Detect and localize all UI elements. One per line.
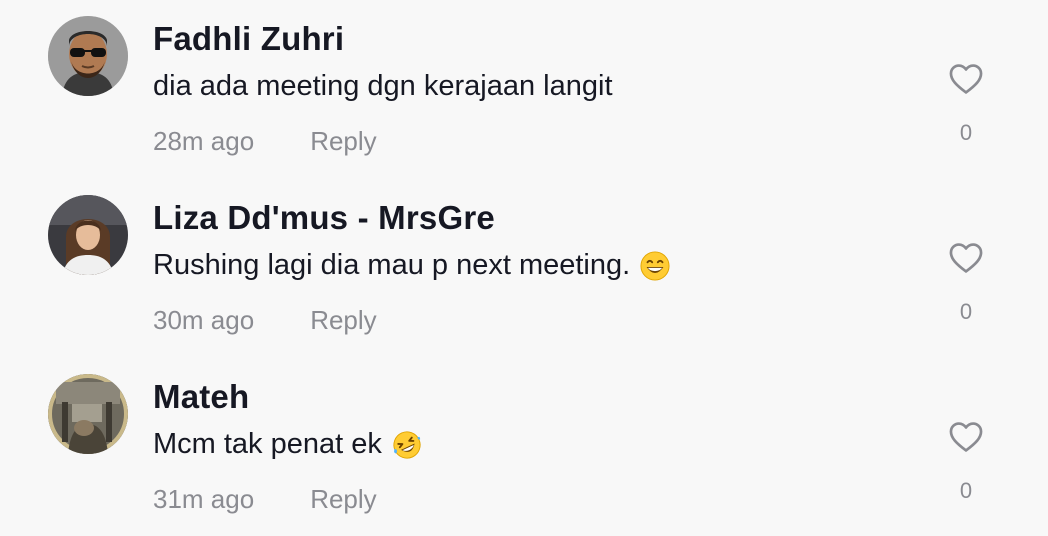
like-count: 0 [959, 299, 973, 324]
comment-text-body: Rushing lagi dia mau p next meeting. [153, 249, 631, 281]
rolling-on-floor-laughing-emoji [392, 430, 422, 460]
avatar[interactable] [48, 195, 128, 275]
comment-item: Mateh Mcm tak penat ek 31m ago Reply 0 [0, 358, 1048, 528]
comment-timestamp: 28m ago [153, 126, 255, 156]
avatar[interactable] [48, 374, 128, 454]
comment-username[interactable]: Liza Dd'mus - MrsGre [153, 199, 495, 237]
comment-text: Rushing lagi dia mau p next meeting. [153, 249, 670, 282]
comment-timestamp: 31m ago [153, 484, 255, 514]
reply-button[interactable]: Reply [310, 126, 376, 157]
like-button[interactable]: 0 [936, 60, 996, 150]
comment-text-body: dia ada meeting dgn kerajaan langit [153, 70, 613, 102]
comment-meta: 30m ago Reply [153, 305, 377, 336]
avatar-woman-long-hair [48, 195, 128, 275]
like-count: 0 [959, 120, 973, 145]
heart-outline-icon[interactable] [947, 60, 985, 98]
comment-meta: 31m ago Reply [153, 484, 377, 515]
heart-outline-icon[interactable] [947, 239, 985, 277]
comment-text-body: Mcm tak penat ek [153, 428, 382, 460]
reply-button[interactable]: Reply [310, 484, 376, 515]
like-button[interactable]: 0 [936, 418, 996, 508]
comment-meta: 28m ago Reply [153, 126, 377, 157]
comment-username[interactable]: Fadhli Zuhri [153, 20, 344, 58]
like-count: 0 [959, 478, 973, 503]
like-button[interactable]: 0 [936, 239, 996, 329]
reply-button[interactable]: Reply [310, 305, 376, 336]
avatar[interactable] [48, 16, 128, 96]
comment-timestamp: 30m ago [153, 305, 255, 335]
comment-list: Fadhli Zuhri dia ada meeting dgn kerajaa… [0, 0, 1048, 536]
grinning-face-emoji [640, 250, 670, 281]
avatar-dim-room-photo [48, 374, 128, 454]
avatar-man-sunglasses-beard [48, 16, 128, 96]
comment-username[interactable]: Mateh [153, 378, 249, 416]
comment-text: dia ada meeting dgn kerajaan langit [153, 70, 613, 103]
heart-outline-icon[interactable] [947, 418, 985, 456]
comment-item: Liza Dd'mus - MrsGre Rushing lagi dia ma… [0, 179, 1048, 349]
comment-item: Fadhli Zuhri dia ada meeting dgn kerajaa… [0, 0, 1048, 170]
comment-text: Mcm tak penat ek [153, 428, 422, 461]
